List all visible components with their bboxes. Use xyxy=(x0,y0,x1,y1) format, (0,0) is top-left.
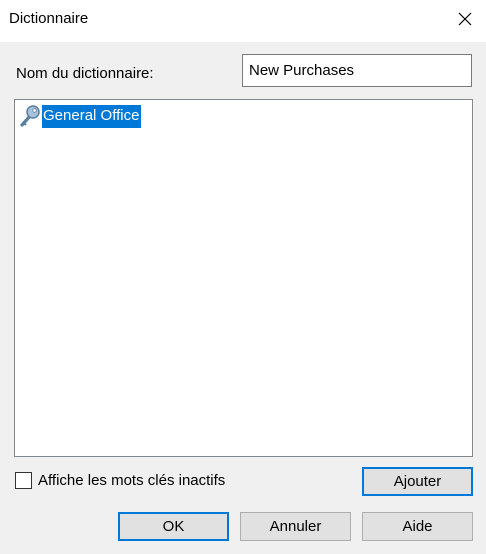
title-bar: Dictionnaire xyxy=(0,0,486,42)
tree-item[interactable]: General Office xyxy=(17,103,142,129)
keyword-tree[interactable]: General Office xyxy=(14,99,473,457)
close-button[interactable] xyxy=(444,0,486,38)
show-inactive-option[interactable]: Affiche les mots clés inactifs xyxy=(15,472,225,489)
close-icon xyxy=(458,12,472,26)
add-button[interactable]: Ajouter xyxy=(362,467,473,496)
cancel-button[interactable]: Annuler xyxy=(240,512,351,541)
tree-item-label: General Office xyxy=(42,104,142,128)
dictionary-name-field[interactable] xyxy=(242,54,472,87)
window-title: Dictionnaire xyxy=(9,10,89,27)
show-inactive-label: Affiche les mots clés inactifs xyxy=(38,472,226,489)
help-button[interactable]: Aide xyxy=(362,512,473,541)
dictionary-name-label: Nom du dictionnaire: xyxy=(16,65,154,82)
show-inactive-checkbox[interactable] xyxy=(15,472,32,489)
ok-button[interactable]: OK xyxy=(118,512,229,541)
key-icon xyxy=(20,105,40,127)
